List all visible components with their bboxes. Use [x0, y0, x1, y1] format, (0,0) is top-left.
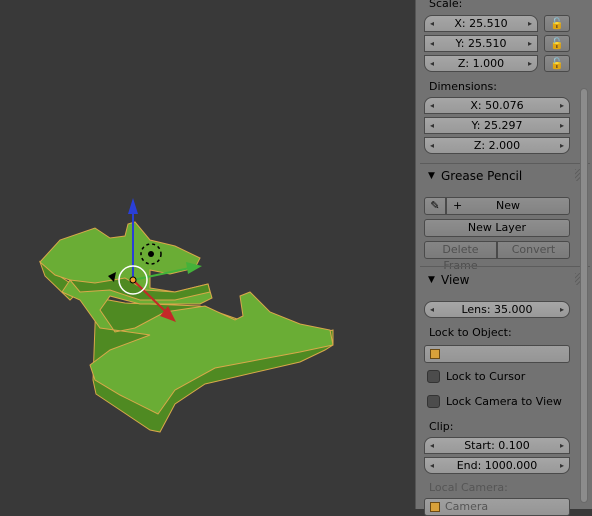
- increment-arrow-icon[interactable]: ▸: [528, 56, 532, 71]
- decrement-arrow-icon[interactable]: ◂: [430, 118, 434, 133]
- decrement-arrow-icon[interactable]: ◂: [430, 98, 434, 113]
- lens-field[interactable]: ◂ Lens: 35.000 ▸: [424, 301, 570, 318]
- local-camera-label: Local Camera:: [429, 481, 508, 494]
- object-cube-icon: [430, 349, 440, 359]
- dimensions-x-field[interactable]: ◂ X: 50.076 ▸: [424, 97, 570, 114]
- delete-frame-button[interactable]: Delete Frame: [424, 241, 497, 272]
- decrement-arrow-icon[interactable]: ◂: [430, 36, 434, 51]
- local-camera-field[interactable]: Camera: [424, 498, 570, 516]
- scale-x-field[interactable]: ◂ X: 25.510 ▸: [424, 15, 538, 32]
- clip-label: Clip:: [429, 420, 454, 433]
- dimensions-y-field[interactable]: ◂ Y: 25.297 ▸: [424, 117, 570, 134]
- collapse-triangle-icon[interactable]: ▼: [428, 165, 435, 187]
- increment-arrow-icon[interactable]: ▸: [560, 118, 564, 133]
- 3d-cursor-center-icon: [148, 251, 154, 257]
- lock-to-cursor-checkbox[interactable]: [427, 370, 440, 383]
- decrement-arrow-icon[interactable]: ◂: [430, 138, 434, 153]
- lock-scale-y-icon[interactable]: 🔓: [544, 35, 570, 52]
- viewport-scene[interactable]: [0, 0, 415, 509]
- increment-arrow-icon[interactable]: ▸: [560, 302, 564, 317]
- increment-arrow-icon[interactable]: ▸: [560, 458, 564, 473]
- decrement-arrow-icon[interactable]: ◂: [430, 438, 434, 453]
- decrement-arrow-icon[interactable]: ◂: [430, 56, 434, 71]
- properties-side-panel: Scale: ◂ X: 25.510 ▸ ◂ Y: 25.510 ▸ ◂ Z: 1.000…: [415, 0, 592, 516]
- pencil-icon[interactable]: ✎: [424, 197, 446, 215]
- increment-arrow-icon[interactable]: ▸: [560, 98, 564, 113]
- convert-button[interactable]: Convert: [497, 241, 570, 259]
- new-layer-button[interactable]: New Layer: [424, 219, 570, 237]
- dimensions-label: Dimensions:: [429, 80, 497, 93]
- clip-end-field[interactable]: ◂ End: 1000.000 ▸: [424, 457, 570, 474]
- lock-to-object-label: Lock to Object:: [429, 326, 512, 339]
- divider: [420, 266, 590, 267]
- panel-scrollbar[interactable]: [580, 88, 588, 503]
- divider: [420, 163, 590, 164]
- camera-cube-icon: [430, 502, 440, 512]
- collapse-triangle-icon[interactable]: ▼: [428, 269, 435, 291]
- lock-scale-z-icon[interactable]: 🔓: [544, 55, 570, 72]
- lock-to-object-field[interactable]: [424, 345, 570, 363]
- lock-camera-to-view-label: Lock Camera to View: [446, 395, 562, 408]
- increment-arrow-icon[interactable]: ▸: [528, 16, 532, 31]
- view-header[interactable]: ▼ View: [416, 269, 592, 291]
- scale-y-field[interactable]: ◂ Y: 25.510 ▸: [424, 35, 538, 52]
- increment-arrow-icon[interactable]: ▸: [560, 438, 564, 453]
- lock-camera-to-view-checkbox[interactable]: [427, 395, 440, 408]
- new-grease-pencil-button[interactable]: + New: [446, 197, 570, 215]
- lock-scale-x-icon[interactable]: 🔓: [544, 15, 570, 32]
- decrement-arrow-icon[interactable]: ◂: [430, 16, 434, 31]
- scale-z-field[interactable]: ◂ Z: 1.000 ▸: [424, 55, 538, 72]
- grease-pencil-header[interactable]: ▼ Grease Pencil: [416, 165, 592, 187]
- increment-arrow-icon[interactable]: ▸: [560, 138, 564, 153]
- decrement-arrow-icon[interactable]: ◂: [430, 458, 434, 473]
- scale-label: Scale:: [429, 0, 463, 10]
- dimensions-z-field[interactable]: ◂ Z: 2.000 ▸: [424, 137, 570, 154]
- lock-to-cursor-label: Lock to Cursor: [446, 370, 526, 383]
- decrement-arrow-icon[interactable]: ◂: [430, 302, 434, 317]
- clip-start-field[interactable]: ◂ Start: 0.100 ▸: [424, 437, 570, 454]
- 3d-viewport[interactable]: [0, 0, 415, 509]
- z-axis-arrow-icon[interactable]: [128, 198, 138, 214]
- increment-arrow-icon[interactable]: ▸: [528, 36, 532, 51]
- object-origin-icon: [129, 276, 137, 284]
- plus-icon: +: [453, 199, 463, 212]
